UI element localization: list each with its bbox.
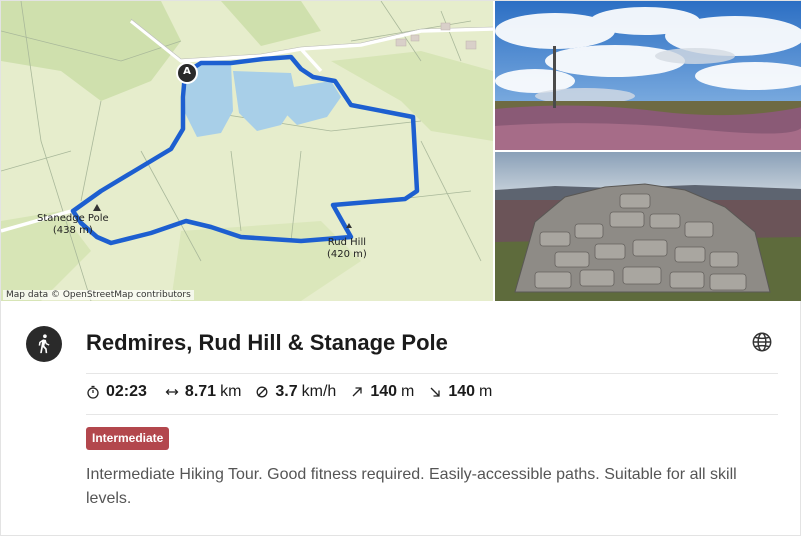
difficulty-badge: Intermediate bbox=[86, 427, 170, 450]
average-speed-icon bbox=[255, 385, 269, 399]
divider bbox=[86, 414, 778, 415]
stat-duration: 02:23 bbox=[86, 383, 151, 401]
stone-cairn-photo[interactable] bbox=[495, 152, 801, 301]
stat-unit: m bbox=[479, 383, 493, 400]
map-label-stanedge-pole: Stanedge Pole (438 m) bbox=[37, 213, 109, 237]
map-label-elevation: (438 m) bbox=[52, 225, 93, 236]
stat-value: 02:23 bbox=[106, 383, 147, 400]
map-label-name: Stanedge Pole bbox=[37, 213, 109, 224]
tour-media: A Stanedge Pole (438 m) Rud Hill (420 m)… bbox=[1, 1, 801, 301]
stat-speed: 3.7 km/h bbox=[255, 383, 336, 401]
stat-ascent: 140 m bbox=[350, 383, 414, 401]
map-canvas bbox=[1, 1, 493, 301]
stat-value: 140 bbox=[448, 383, 476, 400]
stat-unit: km/h bbox=[301, 383, 337, 400]
stat-descent: 140 m bbox=[428, 383, 492, 401]
horizontal-arrows-icon bbox=[165, 385, 179, 399]
globe-icon[interactable] bbox=[751, 331, 773, 353]
stat-unit: m bbox=[401, 383, 415, 400]
moorland-trig-pole-photo[interactable] bbox=[495, 1, 801, 150]
tour-stats: 02:23 8.71 km 3.7 km/h 140 m 140 m bbox=[86, 383, 506, 401]
hiking-person-icon bbox=[26, 326, 62, 362]
map-label-name: Rud Hill bbox=[327, 237, 367, 248]
stat-distance: 8.71 km bbox=[165, 383, 241, 401]
tour-description: Intermediate Hiking Tour. Good fitness r… bbox=[86, 466, 737, 507]
map-attribution[interactable]: Map data © OpenStreetMap contributors bbox=[3, 290, 194, 300]
stat-unit: km bbox=[220, 383, 242, 400]
route-map[interactable]: A Stanedge Pole (438 m) Rud Hill (420 m)… bbox=[1, 1, 493, 301]
photo-image bbox=[495, 152, 801, 301]
stat-value: 3.7 bbox=[275, 383, 298, 400]
start-marker-label: A bbox=[183, 66, 191, 77]
tour-info: Redmires, Rud Hill & Stanage Pole 02:23 bbox=[1, 301, 801, 536]
tour-title[interactable]: Redmires, Rud Hill & Stanage Pole bbox=[86, 330, 448, 356]
stat-value: 140 bbox=[370, 383, 398, 400]
divider bbox=[86, 373, 778, 374]
arrow-up-right-icon bbox=[350, 385, 364, 399]
map-label-rud-hill: Rud Hill (420 m) bbox=[327, 237, 367, 261]
map-label-elevation: (420 m) bbox=[327, 249, 367, 260]
arrow-down-right-icon bbox=[428, 385, 442, 399]
stat-value: 8.71 bbox=[184, 383, 217, 400]
tour-card[interactable]: A Stanedge Pole (438 m) Rud Hill (420 m)… bbox=[0, 0, 801, 536]
photo-image bbox=[495, 1, 801, 150]
stopwatch-icon bbox=[86, 385, 100, 399]
